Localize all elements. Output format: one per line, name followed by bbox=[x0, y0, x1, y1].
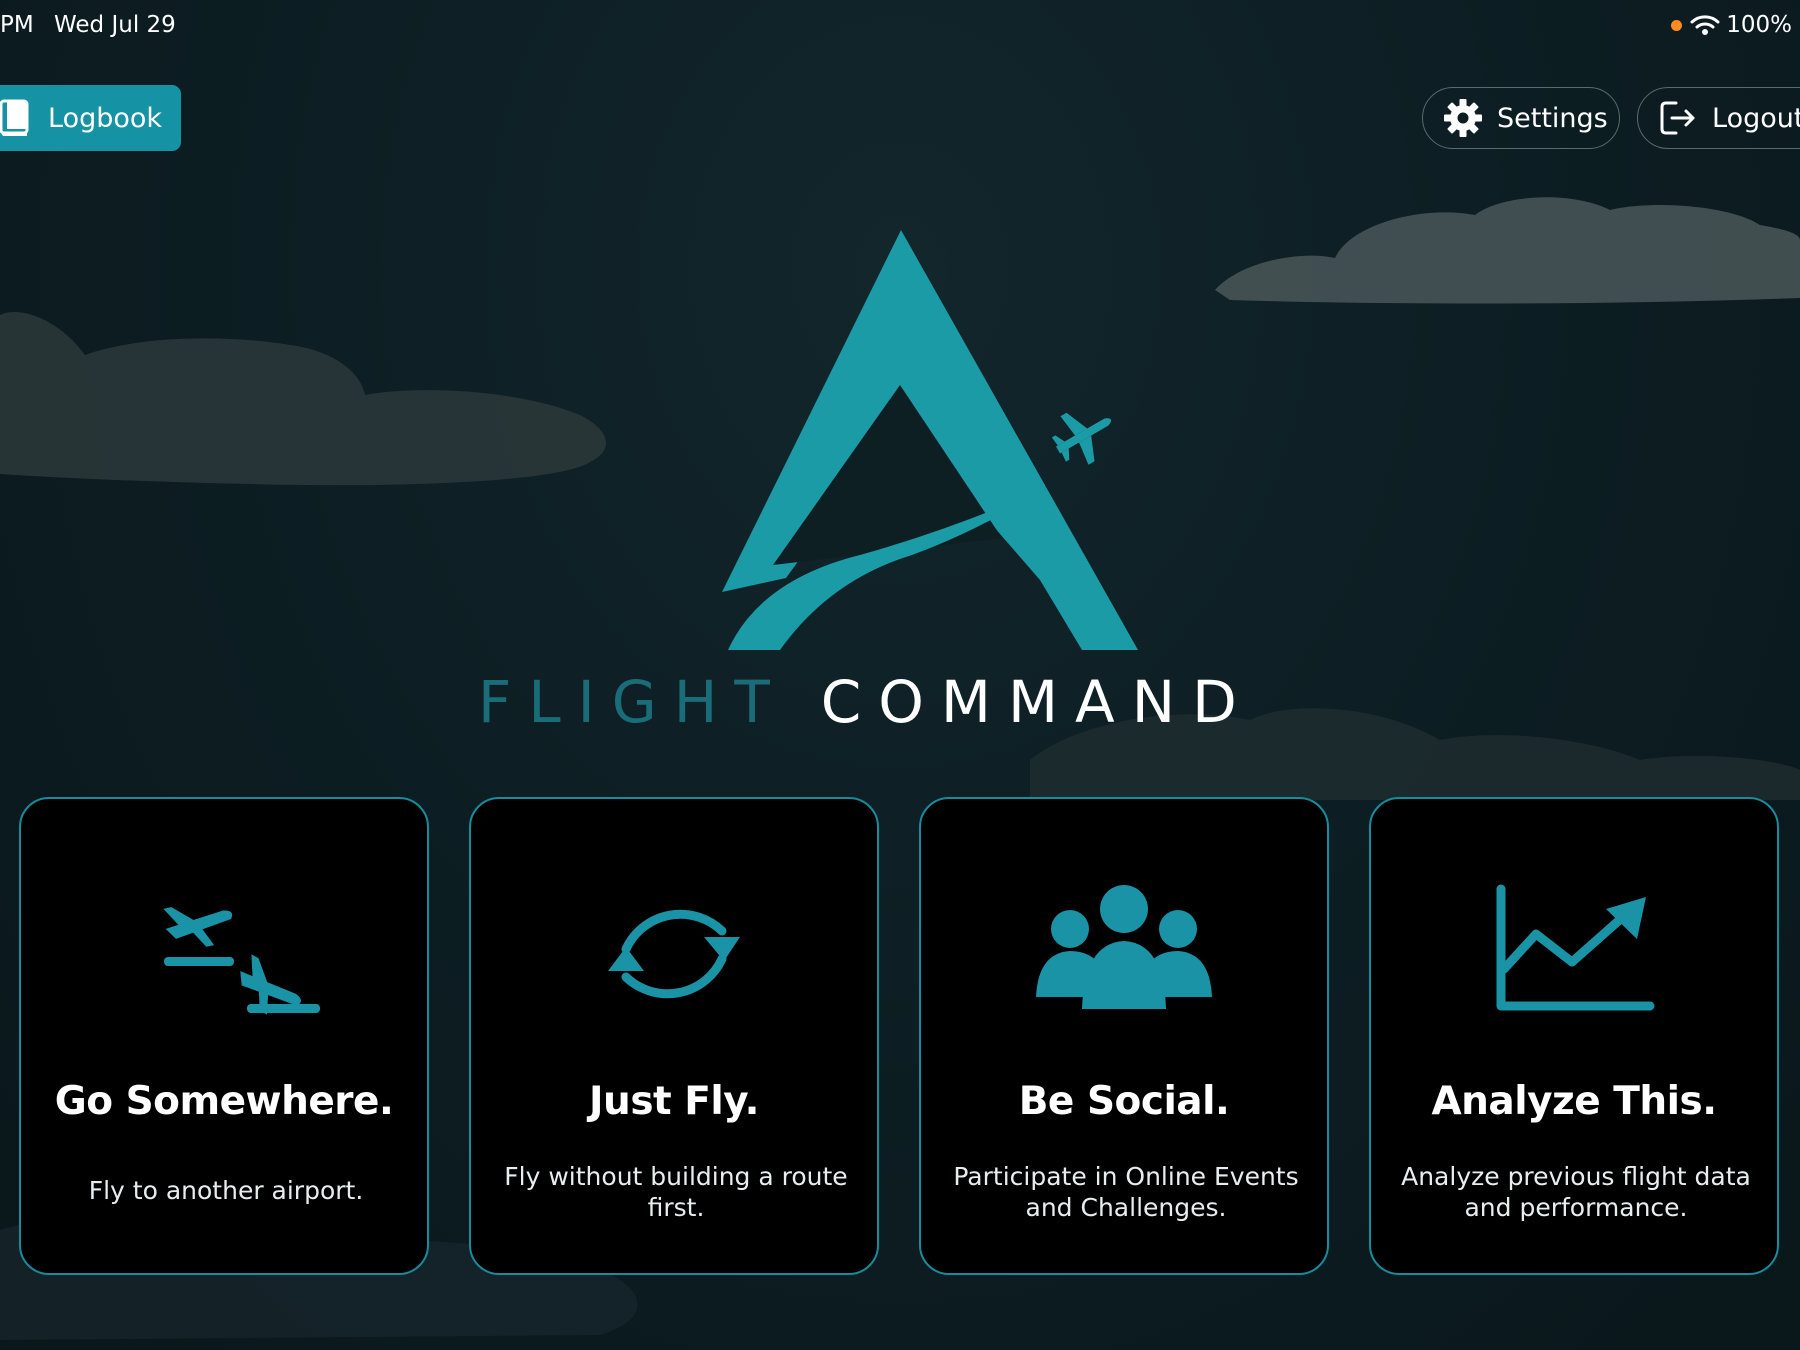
card-analyze-this[interactable]: Analyze This. Analyze previous flight da… bbox=[1369, 797, 1779, 1275]
status-time: PM bbox=[0, 12, 34, 38]
gear-icon bbox=[1444, 99, 1482, 137]
logout-label: Logout bbox=[1712, 102, 1800, 134]
brand-word-flight: FLIGHT bbox=[478, 668, 787, 736]
brand-word-command: COMMAND bbox=[820, 668, 1254, 736]
card-description: Fly without building a route first. bbox=[504, 1162, 848, 1222]
card-go-somewhere[interactable]: Go Somewhere. Fly to another airport. bbox=[19, 797, 429, 1275]
logbook-button[interactable]: Logbook bbox=[0, 85, 181, 151]
card-description: Participate in Online Events and Challen… bbox=[953, 1162, 1299, 1222]
logbook-label: Logbook bbox=[48, 102, 163, 134]
brand-wordmark: FLIGHT COMMAND bbox=[478, 668, 1338, 738]
settings-label: Settings bbox=[1497, 102, 1608, 134]
people-group-icon bbox=[1036, 885, 1212, 1009]
card-title: Go Somewhere. bbox=[54, 1079, 394, 1124]
departure-arrival-icon bbox=[163, 907, 320, 1015]
status-bar: PM Wed Jul 29 100% bbox=[0, 0, 1800, 52]
status-date: Wed Jul 29 bbox=[54, 12, 176, 38]
settings-button[interactable]: Settings bbox=[1422, 87, 1620, 149]
status-indicators: 100% bbox=[1671, 12, 1792, 38]
recording-dot bbox=[1671, 19, 1683, 31]
airplane-icon bbox=[1051, 412, 1112, 465]
wifi-icon bbox=[1690, 15, 1720, 35]
book-icon bbox=[0, 99, 29, 136]
card-description: Analyze previous flight data and perform… bbox=[1401, 1162, 1751, 1222]
logout-button[interactable]: Logout bbox=[1637, 87, 1800, 149]
card-title: Be Social. bbox=[1018, 1079, 1230, 1124]
chart-trend-icon bbox=[1496, 884, 1655, 1011]
card-description: Fly to another airport. bbox=[88, 1176, 364, 1205]
card-just-fly[interactable]: Just Fly. Fly without building a route f… bbox=[469, 797, 879, 1275]
battery-level: 100% bbox=[1726, 12, 1792, 38]
card-be-social[interactable]: Be Social. Participate in Online Events … bbox=[919, 797, 1329, 1275]
logout-icon bbox=[1660, 101, 1695, 135]
flight-command-logo bbox=[722, 230, 1138, 650]
card-title: Just Fly. bbox=[589, 1079, 759, 1124]
refresh-cycle-icon bbox=[608, 909, 740, 999]
app-screen: PM Wed Jul 29 100% Logbook Settings Logo… bbox=[0, 0, 1800, 1350]
card-title: Analyze This. bbox=[1431, 1079, 1717, 1124]
